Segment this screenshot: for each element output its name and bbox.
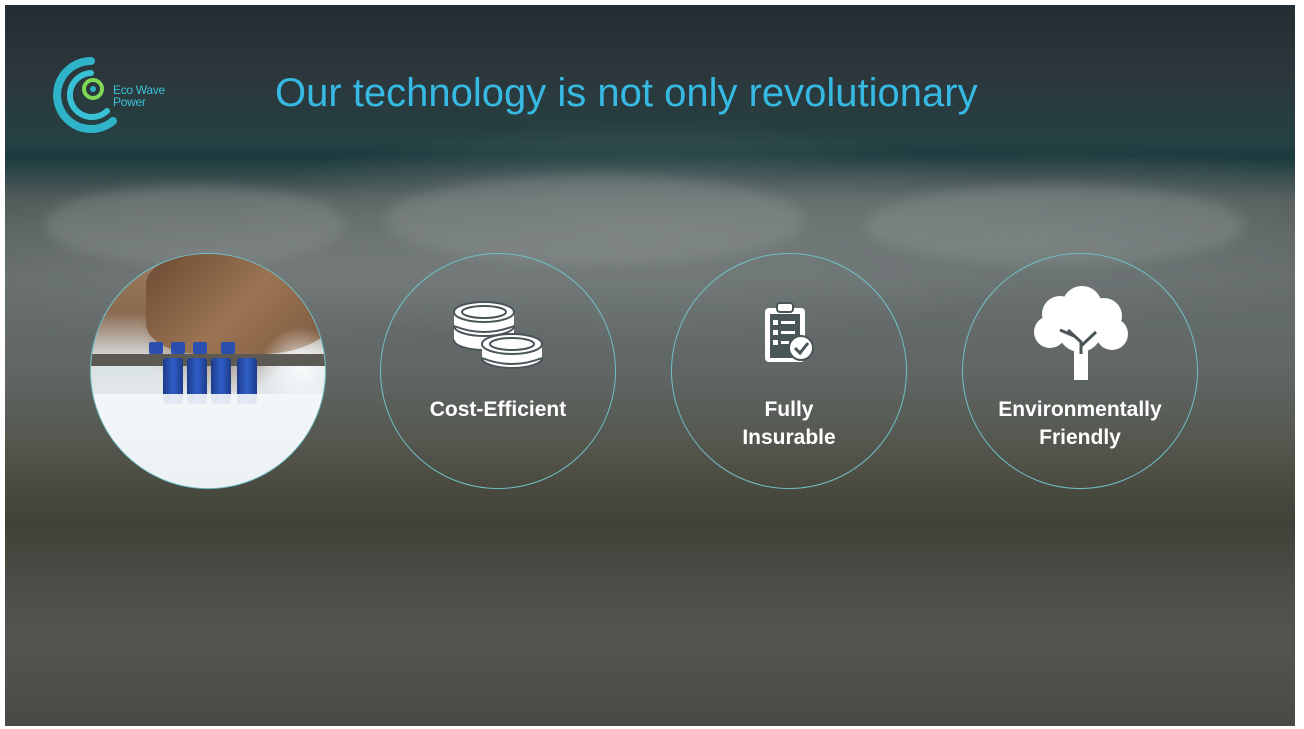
photo-floater — [149, 342, 163, 354]
slide: Eco Wave Power Our technology is not onl… — [5, 5, 1295, 726]
tree-icon — [1034, 286, 1128, 380]
logo-swirl-icon — [53, 57, 117, 133]
logo-text: Eco Wave Power — [113, 84, 165, 108]
company-logo: Eco Wave Power — [51, 55, 191, 135]
coins-icon — [453, 301, 543, 369]
feature-label: Fully Insurable — [672, 396, 906, 452]
photo-pier — [91, 354, 325, 366]
wave-energy-photo — [90, 253, 326, 489]
slide-title: Our technology is not only revolutionary — [275, 71, 978, 115]
logo-text-line2: Power — [113, 95, 146, 109]
photo-floater — [171, 342, 185, 354]
feature-label-line1: Environmentally — [998, 398, 1162, 421]
feature-label-line2: Insurable — [742, 426, 836, 449]
feature-fully-insurable: Fully Insurable — [671, 253, 907, 489]
feature-label: Cost-Efficient — [381, 396, 615, 424]
clipboard-check-icon — [765, 302, 814, 362]
feature-label-line2: Friendly — [1039, 426, 1121, 449]
photo-floater — [221, 342, 235, 354]
feature-cost-efficient: Cost-Efficient — [380, 253, 616, 489]
feature-environmentally-friendly: Environmentally Friendly — [962, 253, 1198, 489]
feature-label-line1: Cost-Efficient — [429, 398, 567, 421]
feature-label: Environmentally Friendly — [963, 396, 1197, 452]
feature-label-line1: Fully — [764, 398, 814, 421]
photo-splash — [91, 394, 325, 488]
photo-floater — [193, 342, 207, 354]
